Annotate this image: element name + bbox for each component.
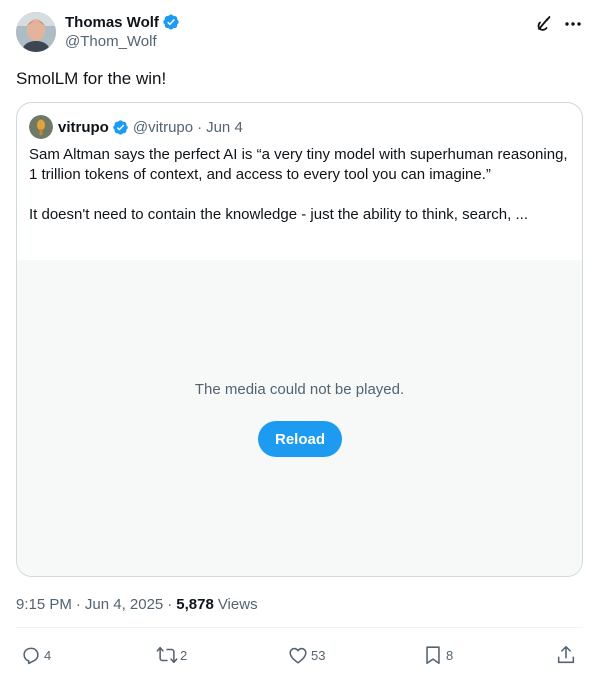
media-error-message: The media could not be played. — [194, 381, 405, 398]
tweet-time[interactable]: 9:15 PM — [16, 596, 72, 613]
quoted-paragraph-2: It doesn't need to contain the knowledge… — [29, 206, 528, 223]
tweet-date[interactable]: Jun 4, 2025 — [85, 596, 163, 613]
repost-count: 2 — [180, 647, 188, 663]
quoted-paragraph-1: Sam Altman says the perfect AI is “a ver… — [29, 146, 568, 183]
author-name[interactable]: Thomas Wolf — [65, 14, 159, 31]
bookmark-button[interactable]: 8 — [422, 644, 453, 666]
bookmark-count: 8 — [446, 647, 454, 663]
tweet: Thomas Wolf @Thom_Wolf SmolLM for the wi… — [0, 0, 599, 680]
verified-badge-icon — [112, 119, 129, 136]
quoted-text: Sam Altman says the perfect AI is “a ver… — [29, 145, 569, 225]
grok-icon[interactable] — [533, 14, 553, 34]
like-count: 53 — [311, 647, 326, 663]
views-count: 5,878 — [176, 596, 214, 613]
repost-icon — [156, 646, 178, 664]
like-icon — [289, 647, 307, 664]
quoted-separator: · — [197, 118, 203, 136]
header-actions — [533, 14, 583, 34]
author-handle[interactable]: @Thom_Wolf — [65, 33, 180, 50]
share-icon — [557, 645, 575, 664]
like-button[interactable]: 53 — [287, 644, 325, 666]
divider — [16, 627, 583, 628]
reply-count: 4 — [44, 647, 52, 663]
meta-separator: · — [75, 596, 81, 613]
views-label: Views — [217, 596, 258, 613]
quoted-avatar — [29, 115, 53, 139]
tweet-text: SmolLM for the win! — [16, 69, 167, 88]
action-bar: 4 2 53 8 — [16, 644, 583, 668]
bookmark-icon — [426, 646, 440, 665]
quoted-author-name: vitrupo — [58, 118, 109, 136]
meta-separator: · — [167, 596, 173, 613]
share-button[interactable] — [555, 644, 577, 666]
tweet-meta: 9:15 PM · Jun 4, 2025 · 5,878 Views — [16, 596, 258, 613]
reload-button[interactable]: Reload — [258, 421, 342, 457]
quoted-date: Jun 4 — [206, 118, 243, 136]
reply-icon — [23, 647, 39, 665]
quoted-tweet[interactable]: vitrupo @vitrupo · Jun 4 Sam Altman says… — [16, 102, 583, 577]
media-player: The media could not be played. Reload — [17, 260, 582, 576]
quoted-header: vitrupo @vitrupo · Jun 4 — [29, 115, 243, 139]
more-icon[interactable] — [563, 14, 583, 34]
author-info: Thomas Wolf @Thom_Wolf — [65, 12, 180, 50]
reply-button[interactable]: 4 — [20, 644, 51, 666]
verified-badge-icon — [162, 13, 180, 31]
avatar[interactable] — [16, 12, 56, 52]
quoted-author-handle: @vitrupo — [132, 118, 194, 136]
repost-button[interactable]: 2 — [156, 644, 187, 666]
tweet-header: Thomas Wolf @Thom_Wolf — [16, 12, 583, 54]
